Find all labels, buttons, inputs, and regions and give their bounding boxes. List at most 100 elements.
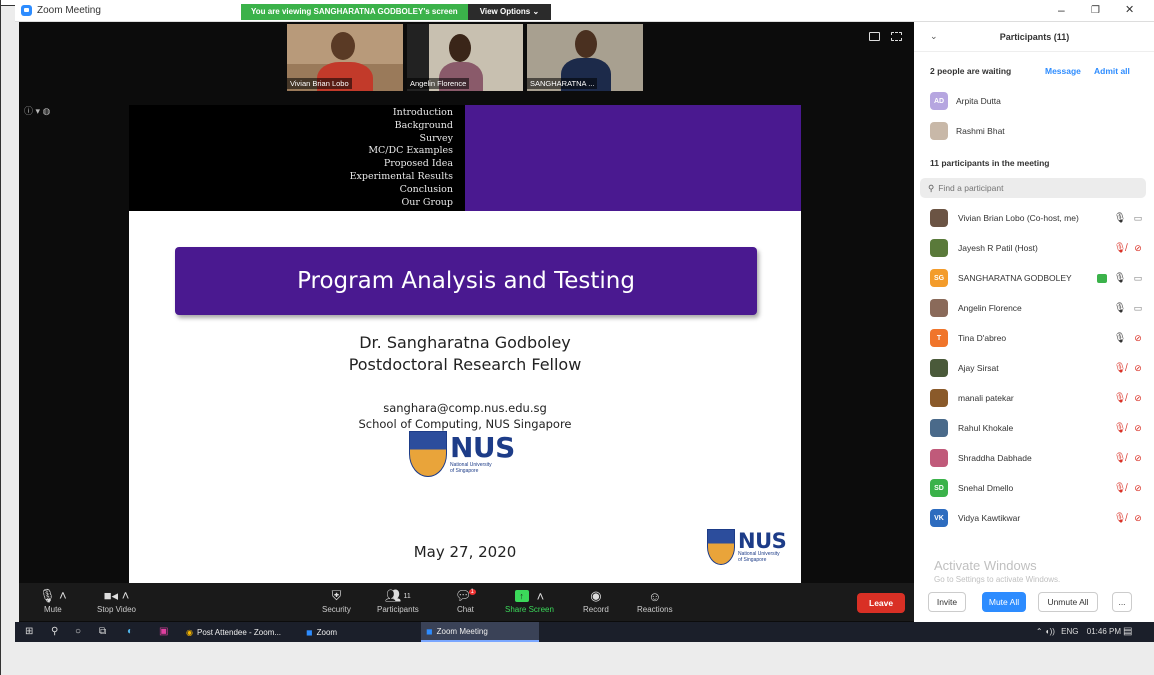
message-button[interactable]: Message xyxy=(1045,66,1081,76)
microphone-icon[interactable]: 🎙︎ xyxy=(1113,273,1127,284)
participant-row[interactable]: T Tina D'abreo 🎙︎ ⊘ xyxy=(930,328,1145,348)
record-button[interactable]: ◉ Record xyxy=(583,587,609,614)
avatar xyxy=(930,239,948,257)
microphone-muted-icon[interactable]: 🎙︎̸ xyxy=(1113,243,1127,254)
video-camera-icon[interactable]: ▭ xyxy=(1131,273,1145,284)
video-camera-icon: ■◂ ˄ xyxy=(103,588,130,603)
participant-row[interactable]: Angelin Florence 🎙︎ ▭ xyxy=(930,298,1145,318)
video-off-icon[interactable]: ⊘ xyxy=(1131,483,1145,494)
video-camera-icon[interactable]: ▭ xyxy=(1131,213,1145,224)
security-button[interactable]: ⛨ Security xyxy=(322,587,351,614)
task-view-icon[interactable]: ⧉ xyxy=(99,626,106,637)
microphone-icon[interactable]: 🎙︎ xyxy=(1113,213,1127,224)
person-head xyxy=(575,30,597,58)
reactions-button[interactable]: ☺︎ Reactions xyxy=(637,587,673,615)
smiley-icon: ☺︎ xyxy=(648,588,662,604)
participants-panel: ⌄ Participants (11) 2 people are waiting… xyxy=(914,22,1154,622)
participant-row[interactable]: SD Snehal Dmello 🎙︎̸ ⊘ xyxy=(930,478,1145,498)
mute-all-button[interactable]: Mute All xyxy=(982,592,1026,612)
participants-label: Participants xyxy=(377,605,419,614)
participant-row[interactable]: VK Vidya Kawtikwar 🎙︎̸ ⊘ xyxy=(930,508,1145,528)
shared-screen-area: Vivian Brian Lobo Angelin Florence SANGH… xyxy=(19,22,914,622)
person-head xyxy=(331,32,355,60)
cortana-icon[interactable]: ○ xyxy=(75,626,81,637)
slide-email: sanghara@comp.nus.edu.sg xyxy=(383,401,547,415)
taskbar-item-zoom[interactable]: ◼ Zoom xyxy=(301,622,417,642)
microphone-icon[interactable]: 🎙︎ xyxy=(1113,333,1127,344)
app-icon[interactable]: ▣ xyxy=(159,626,168,637)
chat-icon: 💬︎ 1 xyxy=(455,588,476,603)
admit-all-button[interactable]: Admit all xyxy=(1094,66,1130,76)
share-screen-button[interactable]: ↑ ˄ Share Screen xyxy=(505,587,554,615)
windows-start-icon[interactable]: ⊞ xyxy=(25,626,33,637)
mute-button[interactable]: 🎙︎ ˄ Mute xyxy=(39,587,67,614)
participant-row[interactable]: Shraddha Dabhade 🎙︎̸ ⊘ xyxy=(930,448,1145,468)
video-off-icon[interactable]: ⊘ xyxy=(1131,363,1145,374)
participant-row[interactable]: Jayesh R Patil (Host) 🎙︎̸ ⊘ xyxy=(930,238,1145,258)
participant-row[interactable]: Ajay Sirsat 🎙︎̸ ⊘ xyxy=(930,358,1145,378)
video-off-icon[interactable]: ⊘ xyxy=(1131,513,1145,524)
participant-row[interactable]: manali patekar 🎙︎̸ ⊘ xyxy=(930,388,1145,408)
waiting-row[interactable]: Rashmi Bhat xyxy=(930,122,1005,140)
video-off-icon[interactable]: ⊘ xyxy=(1131,243,1145,254)
participant-row[interactable]: SG SANGHARATNA GODBOLEY 🎙︎ ▭ xyxy=(930,268,1145,288)
participant-row[interactable]: Vivian Brian Lobo (Co-host, me) 🎙︎ ▭ xyxy=(930,208,1145,228)
microphone-muted-icon[interactable]: 🎙︎̸ xyxy=(1113,513,1127,524)
shield-icon: ⛨ xyxy=(331,588,342,603)
slide-author: Dr. Sangharatna Godboley xyxy=(359,333,571,352)
slide-date: May 27, 2020 xyxy=(413,543,517,561)
nus-logo-text: NUS xyxy=(738,529,787,553)
notifications-icon[interactable]: ▤ xyxy=(1123,626,1132,637)
slide-outline: Introduction Background Survey MC/DC Exa… xyxy=(129,105,465,211)
outline-item: MC/DC Examples xyxy=(368,145,453,157)
language-indicator[interactable]: ENG xyxy=(1061,627,1078,636)
microphone-icon[interactable]: 🎙︎ xyxy=(1113,303,1127,314)
screen-share-status-icon: ⓘ ▾ ◍ xyxy=(24,106,51,116)
participants-button[interactable]: 👥︎ 11 Participants xyxy=(377,587,419,614)
mute-label: Mute xyxy=(43,605,62,614)
microphone-muted-icon[interactable]: 🎙︎̸ xyxy=(1113,393,1127,404)
search-input[interactable] xyxy=(938,183,1119,193)
minimize-button[interactable]: – xyxy=(1058,3,1065,17)
video-camera-icon[interactable]: ▭ xyxy=(1131,303,1145,314)
video-thumbnail[interactable]: Angelin Florence xyxy=(407,24,523,91)
stop-video-button[interactable]: ■◂ ˄ Stop Video xyxy=(97,587,136,614)
participant-search[interactable]: ⚲ xyxy=(920,178,1146,198)
video-off-icon[interactable]: ⊘ xyxy=(1131,423,1145,434)
leave-button[interactable]: Leave xyxy=(857,593,906,613)
network-icon[interactable]: ⌃ ◖)) xyxy=(1036,627,1055,636)
waiting-row[interactable]: AD Arpita Dutta xyxy=(930,92,1001,110)
nus-crest-icon xyxy=(707,529,735,565)
participant-name: Jayesh R Patil (Host) xyxy=(958,243,1038,253)
video-thumbnail[interactable]: Vivian Brian Lobo xyxy=(287,24,403,91)
video-off-icon[interactable]: ⊘ xyxy=(1131,453,1145,464)
avatar: SD xyxy=(930,479,948,497)
chat-button[interactable]: 💬︎ 1 Chat xyxy=(455,587,476,614)
gallery-view-icon[interactable] xyxy=(869,32,880,41)
more-options-button[interactable]: ... xyxy=(1112,592,1132,612)
fullscreen-icon[interactable] xyxy=(891,32,902,41)
microphone-muted-icon[interactable]: 🎙︎̸ xyxy=(1113,453,1127,464)
invite-button[interactable]: Invite xyxy=(928,592,966,612)
taskbar-item-zoom-meeting[interactable]: ◼ Zoom Meeting xyxy=(421,622,539,642)
video-off-icon[interactable]: ⊘ xyxy=(1131,393,1145,404)
waiting-room-text: 2 people are waiting xyxy=(930,66,1012,76)
video-thumbnail[interactable]: SANGHARATNA ... xyxy=(527,24,643,91)
meeting-controls: 🎙︎ ˄ Mute ■◂ ˄ Stop Video ⛨ Security 👥︎ 1… xyxy=(19,583,914,621)
participant-row[interactable]: Rahul Khokale 🎙︎̸ ⊘ xyxy=(930,418,1145,438)
edge-icon[interactable]: ◐ xyxy=(127,626,133,637)
microphone-muted-icon[interactable]: 🎙︎̸ xyxy=(1113,363,1127,374)
maximize-button[interactable]: ❐ xyxy=(1091,5,1100,16)
video-thumbnails: Vivian Brian Lobo Angelin Florence SANGH… xyxy=(287,24,643,91)
clock[interactable]: 01:46 PM xyxy=(1087,627,1121,636)
close-button[interactable]: ✕ xyxy=(1125,3,1134,16)
microphone-muted-icon[interactable]: 🎙︎̸ xyxy=(1113,423,1127,434)
search-icon[interactable]: ⚲ xyxy=(51,626,58,637)
microphone-muted-icon[interactable]: 🎙︎̸ xyxy=(1113,483,1127,494)
unmute-all-button[interactable]: Unmute All xyxy=(1038,592,1098,612)
taskbar-item-post-attendee[interactable]: ◉ Post Attendee - Zoom... xyxy=(181,622,297,642)
view-options-button[interactable]: View Options ⌄ xyxy=(467,4,552,20)
zoom-icon: ◼ xyxy=(306,627,313,637)
video-off-icon[interactable]: ⊘ xyxy=(1131,333,1145,344)
nus-logo-text: NUS xyxy=(450,431,515,464)
